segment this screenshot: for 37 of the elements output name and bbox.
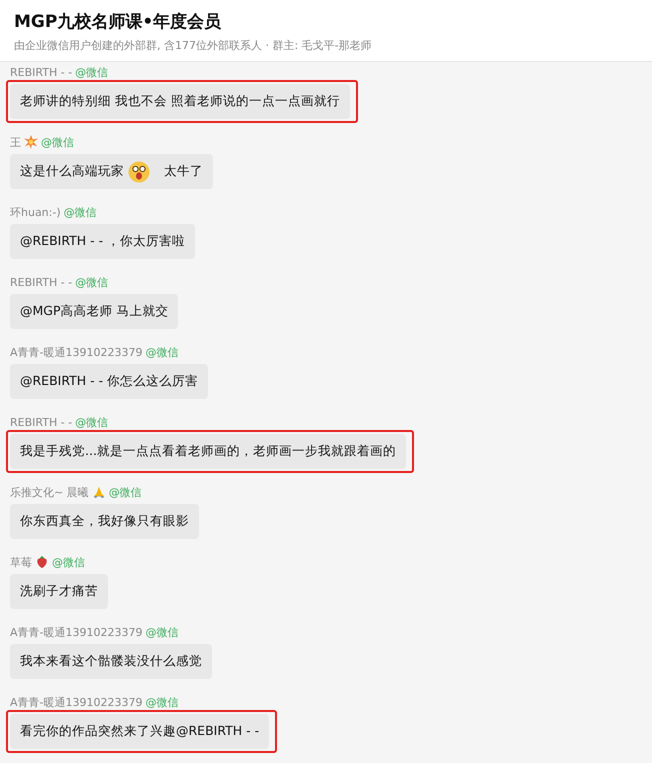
message-text: 看完你的作品突然来了兴趣@REBIRTH - - [20,723,260,740]
source-tag: @微信 [64,204,97,220]
source-tag: @微信 [145,344,178,360]
message-text: 你东西真全，我好像只有眼影 [20,513,189,530]
source-tag: @微信 [75,64,108,80]
message-text: 老师讲的特别细 我也不会 照着老师说的一点一点画就行 [20,93,340,110]
sender-name: 王 [10,134,21,150]
surprised-face-icon [128,160,150,182]
group-title: MGP九校名师课•年度会员 [14,11,222,33]
strawberry-icon [35,555,49,569]
message-text: @MGP高高老师 马上就交 [20,303,168,320]
sender-name: A青青-暖通13910223379 [10,694,142,710]
message-text: 洗刷子才痛苦 [20,583,98,600]
source-tag: @微信 [145,624,178,640]
sender-name: REBIRTH - - [10,66,72,78]
sender-name: 环huan:-) [10,204,61,220]
burst-icon [24,135,38,149]
praying-hands-icon [92,485,106,499]
message-text: 太牛了 [164,163,203,180]
source-tag: @微信 [75,414,108,430]
source-tag: @微信 [145,694,178,710]
source-tag: @微信 [41,134,74,150]
sender-name: REBIRTH - - [10,276,72,288]
message-text: @REBIRTH - - ，你太厉害啦 [20,233,186,250]
sender-name: 草莓 [10,554,32,570]
sender-name: 乐推文化~ 晨曦 [10,484,89,500]
source-tag: @微信 [52,554,85,570]
sender-name: A青青-暖通13910223379 [10,624,142,640]
message-text: 我本来看这个骷髅装没什么感觉 [20,653,202,670]
message-text: 这是什么高端玩家 [20,163,124,180]
message-text: @REBIRTH - - 你怎么这么厉害 [20,373,198,390]
group-subtitle: 由企业微信用户创建的外部群, 含177位外部联系人 · 群主: 毛戈平-那老师 [14,38,373,53]
message-text: 我是手残党...就是一点点看着老师画的，老师画一步我就跟着画的 [20,443,396,460]
sender-name: A青青-暖通13910223379 [10,344,142,360]
sender-name: REBIRTH - - [10,416,72,428]
source-tag: @微信 [108,484,142,500]
source-tag: @微信 [75,274,108,290]
